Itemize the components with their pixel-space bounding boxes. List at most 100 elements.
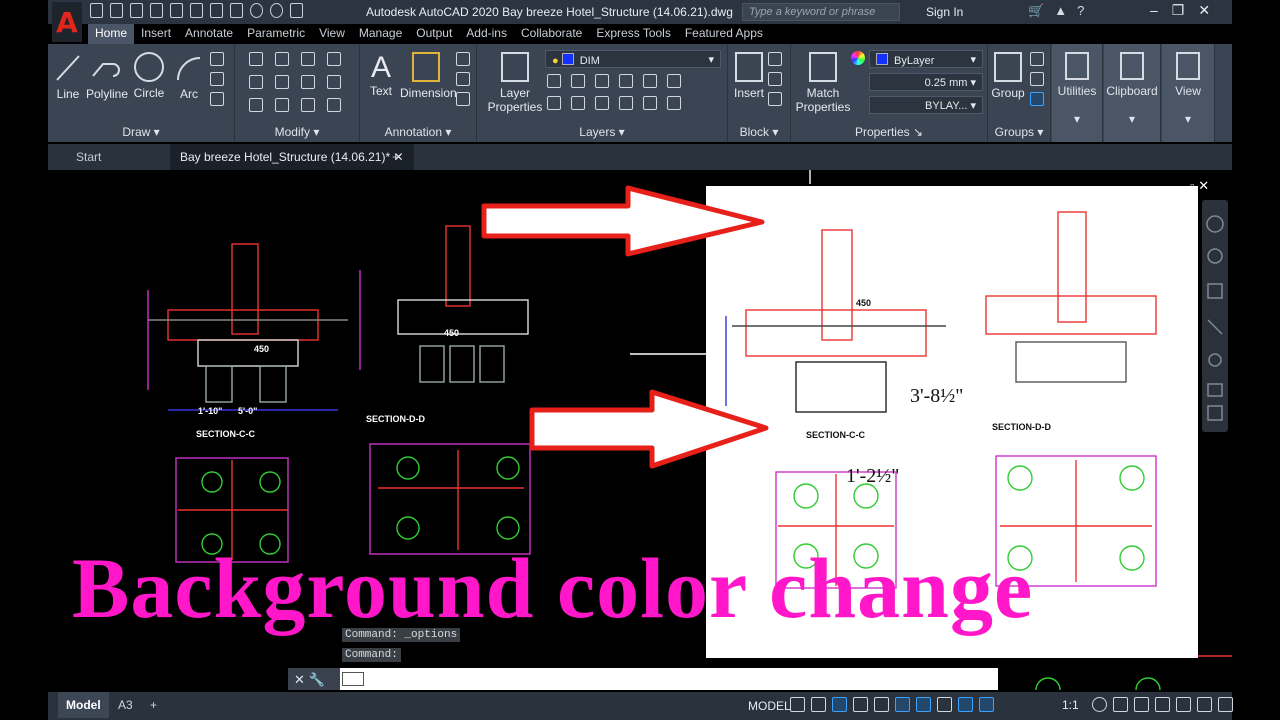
undo-icon[interactable]: [250, 3, 263, 18]
plot-icon[interactable]: [210, 3, 223, 18]
model-space-toggle[interactable]: MODEL: [748, 699, 791, 713]
move-icon[interactable]: [249, 52, 263, 66]
scale-icon[interactable]: [275, 98, 289, 112]
lineweight-icon[interactable]: [937, 697, 952, 712]
arc-button[interactable]: Arc: [172, 52, 206, 101]
draw-panel-title[interactable]: Draw ▾: [48, 125, 234, 139]
properties-panel-title[interactable]: Properties ↘: [791, 125, 987, 139]
layer-tool-icon[interactable]: [619, 74, 633, 88]
layer-tool-icon[interactable]: [571, 96, 585, 110]
maximize-icon[interactable]: ▫: [1190, 178, 1195, 193]
array-icon[interactable]: [301, 98, 315, 112]
match-properties-button[interactable]: Match Properties: [795, 52, 851, 114]
leader-icon[interactable]: [456, 52, 470, 66]
sign-in-link[interactable]: Sign In: [926, 5, 963, 19]
application-menu-button[interactable]: A: [52, 2, 82, 42]
tab-view[interactable]: View: [312, 24, 352, 44]
region-icon[interactable]: [210, 92, 224, 106]
snap-icon[interactable]: [811, 697, 826, 712]
hatch-icon[interactable]: [210, 72, 224, 86]
rectangle-icon[interactable]: [210, 52, 224, 66]
polyline-button[interactable]: Polyline: [86, 52, 128, 101]
search-input[interactable]: Type a keyword or phrase: [742, 3, 900, 21]
layer-tool-icon[interactable]: [643, 96, 657, 110]
edit-block-icon[interactable]: [768, 72, 782, 86]
mirror-icon[interactable]: [275, 75, 289, 89]
help-icon[interactable]: ?: [1077, 3, 1084, 19]
rotate-icon[interactable]: [275, 52, 289, 66]
linetype-dropdown[interactable]: BYLAY... ▾: [869, 96, 983, 114]
modify-panel-title[interactable]: Modify ▾: [235, 125, 359, 139]
layer-tool-icon[interactable]: [595, 74, 609, 88]
new-icon[interactable]: [90, 3, 103, 18]
tab-home[interactable]: Home: [88, 24, 135, 44]
ungroup-icon[interactable]: [1030, 52, 1044, 66]
close-icon[interactable]: ✕: [294, 672, 305, 687]
layer-tool-icon[interactable]: [619, 96, 633, 110]
clean-screen-icon[interactable]: [1197, 697, 1212, 712]
tab-insert[interactable]: Insert: [134, 24, 178, 44]
isolate-objects-icon[interactable]: [1176, 697, 1191, 712]
explode-icon[interactable]: [327, 75, 341, 89]
wrench-icon[interactable]: 🔧: [309, 672, 325, 687]
tab-model[interactable]: Model: [58, 692, 109, 718]
tab-a3[interactable]: A3: [110, 692, 141, 718]
start-tab[interactable]: Start: [66, 144, 111, 170]
line-button[interactable]: Line: [54, 52, 82, 101]
annotation-panel-title[interactable]: Annotation ▾: [360, 125, 476, 139]
plus-icon[interactable]: [1113, 697, 1128, 712]
annotation-visibility-icon[interactable]: [958, 697, 973, 712]
add-layout-button[interactable]: +: [142, 692, 165, 718]
stretch-icon[interactable]: [249, 98, 263, 112]
create-block-icon[interactable]: [768, 52, 782, 66]
group-edit-icon[interactable]: [1030, 72, 1044, 86]
layer-tool-icon[interactable]: [643, 74, 657, 88]
close-icon[interactable]: ✕: [1198, 2, 1210, 19]
command-line-grip[interactable]: ✕ 🔧: [288, 668, 340, 690]
trim-icon[interactable]: [301, 52, 315, 66]
drawing-tab[interactable]: Bay breeze Hotel_Structure (14.06.21)* ✕: [170, 144, 414, 170]
layer-tool-icon[interactable]: [547, 96, 561, 110]
share-icon[interactable]: [290, 3, 303, 18]
customization-icon[interactable]: [1218, 697, 1233, 712]
tab-featured-apps[interactable]: Featured Apps: [678, 24, 770, 44]
command-line[interactable]: ✕ 🔧: [288, 668, 998, 690]
annotation-scale[interactable]: 1:1: [1062, 698, 1079, 712]
layer-tool-icon[interactable]: [667, 74, 681, 88]
tab-express-tools[interactable]: Express Tools: [589, 24, 677, 44]
color-wheel-icon[interactable]: [851, 51, 865, 65]
dimension-button[interactable]: Dimension: [400, 52, 457, 100]
text-button[interactable]: A Text: [366, 52, 396, 99]
ortho-icon[interactable]: [832, 697, 847, 712]
save-as-icon[interactable]: [150, 3, 163, 18]
command-prompt-icon[interactable]: [342, 672, 364, 686]
mleader-icon[interactable]: [456, 72, 470, 86]
isodraft-icon[interactable]: [874, 697, 889, 712]
group-button[interactable]: Group: [990, 52, 1026, 100]
a360-icon[interactable]: ▲: [1054, 3, 1067, 19]
gear-icon[interactable]: [1092, 697, 1107, 712]
block-panel-title[interactable]: Block ▾: [728, 125, 790, 139]
groups-panel-title[interactable]: Groups ▾: [988, 125, 1050, 139]
copy-icon[interactable]: [249, 75, 263, 89]
group-select-icon[interactable]: [1030, 92, 1044, 106]
tab-collaborate[interactable]: Collaborate: [514, 24, 589, 44]
circle-button[interactable]: Circle: [132, 52, 166, 100]
clipboard-button[interactable]: Clipboard ▾: [1104, 44, 1161, 142]
redo-icon[interactable]: [270, 3, 283, 18]
view-button[interactable]: View ▾: [1162, 44, 1215, 142]
navigation-bar[interactable]: [1202, 200, 1228, 432]
grid-icon[interactable]: [790, 697, 805, 712]
layer-tool-icon[interactable]: [595, 96, 609, 110]
block-attribute-icon[interactable]: [768, 92, 782, 106]
tab-annotate[interactable]: Annotate: [178, 24, 240, 44]
layer-properties-button[interactable]: Layer Properties: [485, 52, 545, 114]
open-icon[interactable]: [110, 3, 123, 18]
save-icon[interactable]: [130, 3, 143, 18]
object-snap-tracking-icon[interactable]: [895, 697, 910, 712]
layer-tool-icon[interactable]: [547, 74, 561, 88]
erase-icon[interactable]: [327, 52, 341, 66]
utilities-button[interactable]: Utilities ▾: [1052, 44, 1103, 142]
minimize-icon[interactable]: –: [1150, 2, 1158, 19]
layers-panel-title[interactable]: Layers ▾: [477, 125, 727, 139]
